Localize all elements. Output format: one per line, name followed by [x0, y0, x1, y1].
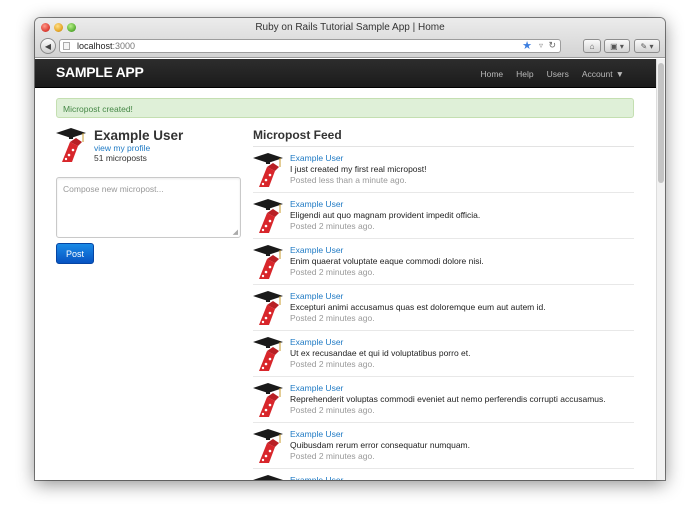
avatar[interactable] [253, 383, 283, 417]
avatar[interactable] [56, 128, 86, 162]
back-button[interactable]: ◀ [40, 38, 56, 54]
micropost-count: 51 microposts [94, 153, 147, 163]
profile-name: Example User [94, 128, 184, 143]
post-button[interactable]: Post [56, 243, 94, 264]
brand-logo[interactable]: SAMPLE APP [56, 64, 144, 80]
reload-icon[interactable]: ↻ [548, 40, 556, 51]
nav-links: Home Help Users Account ▼ [480, 69, 624, 79]
feed-item-content: I just created my first real micropost! [290, 164, 427, 174]
feed-item-timestamp: Posted 2 minutes ago. [290, 221, 375, 231]
navbar: SAMPLE APP Home Help Users Account ▼ [35, 59, 656, 88]
feed-item: Example User Reprehenderit voluptas commo… [253, 377, 634, 423]
window-title: Ruby on Rails Tutorial Sample App | Home [255, 22, 445, 33]
feed-title: Micropost Feed [253, 128, 342, 142]
feed-item-timestamp: Posted 2 minutes ago. [290, 451, 375, 461]
feed-item-user[interactable]: Example User [290, 199, 343, 209]
feed-item-user[interactable]: Example User [290, 429, 343, 439]
url-host: localhost [77, 41, 113, 51]
feed-item-timestamp: Posted 2 minutes ago. [290, 313, 375, 323]
feed-item: Example User [253, 469, 634, 480]
avatar[interactable] [253, 429, 283, 463]
avatar[interactable] [253, 475, 283, 480]
feed-item-user[interactable]: Example User [290, 291, 343, 301]
feed-item-user[interactable]: Example User [290, 475, 343, 480]
feed-item-content: Eligendi aut quo magnam provident impedi… [290, 210, 481, 220]
dropdown-icon[interactable]: ▿ [539, 41, 543, 50]
scrollbar[interactable] [656, 59, 665, 480]
feed-item-content: Ut ex recusandae et qui id voluptatibus … [290, 348, 471, 358]
feed-item-timestamp: Posted less than a minute ago. [290, 175, 407, 185]
feed-item-user[interactable]: Example User [290, 383, 343, 393]
nav-help-link[interactable]: Help [516, 69, 533, 79]
home-button[interactable]: ⌂ [583, 39, 601, 53]
extensions-button[interactable]: ✎ ▾ [634, 39, 660, 53]
feed-item-content: Reprehenderit voluptas commodi eveniet a… [290, 394, 606, 404]
feed-item-timestamp: Posted 2 minutes ago. [290, 405, 375, 415]
avatar[interactable] [253, 337, 283, 371]
nav-account-menu[interactable]: Account ▼ [582, 69, 624, 79]
page-icon [63, 42, 70, 50]
title-bar: Ruby on Rails Tutorial Sample App | Home… [35, 18, 665, 58]
feed-item: Example User Quibusdam rerum error conseq… [253, 423, 634, 469]
feed-item: Example User Excepturi animi accusamus qu… [253, 285, 634, 331]
avatar[interactable] [253, 199, 283, 233]
scroll-thumb[interactable] [658, 63, 664, 183]
feed-item-timestamp: Posted 2 minutes ago. [290, 359, 375, 369]
avatar[interactable] [253, 245, 283, 279]
feed-item: Example User Eligendi aut quo magnam prov… [253, 193, 634, 239]
feed-item: Example User Ut ex recusandae et qui id v… [253, 331, 634, 377]
flash-success-alert: Micropost created! [56, 98, 634, 118]
back-arrow-icon: ◀ [44, 41, 52, 51]
compose-placeholder: Compose new micropost... [63, 184, 164, 194]
nav-account-label: Account [581, 69, 613, 79]
tabs-button[interactable]: ▣ ▾ [604, 39, 630, 53]
browser-window: Ruby on Rails Tutorial Sample App | Home… [35, 18, 665, 480]
url-text: localhost:3000 [77, 41, 135, 51]
feed-item-timestamp: Posted 2 minutes ago. [290, 267, 375, 277]
bookmark-star-icon[interactable]: ★ [522, 39, 532, 52]
home-icon: ⌂ [589, 41, 595, 51]
compose-textarea[interactable]: Compose new micropost... ◢ [56, 177, 241, 238]
nav-home-link[interactable]: Home [480, 69, 503, 79]
feed-item: Example User Enim quaerat voluptate eaque… [253, 239, 634, 285]
tabs-icon: ▣ ▾ [610, 41, 624, 51]
avatar[interactable] [253, 291, 283, 325]
nav-users-link[interactable]: Users [547, 69, 569, 79]
url-port: :3000 [112, 41, 136, 51]
feed-item-content: Excepturi animi accusamus quas est dolor… [290, 302, 546, 312]
address-bar[interactable]: localhost:3000 ★ ▿ ↻ [59, 39, 561, 53]
feed-item-content: Enim quaerat voluptate eaque commodi dol… [290, 256, 484, 266]
avatar[interactable] [253, 153, 283, 187]
feed-item-user[interactable]: Example User [290, 153, 343, 163]
caret-down-icon: ▼ [615, 69, 624, 79]
view-profile-link[interactable]: view my profile [94, 143, 150, 153]
resize-grip-icon[interactable]: ◢ [233, 228, 238, 236]
feed-item-content: Quibusdam rerum error consequatur numqua… [290, 440, 470, 450]
feed-item-user[interactable]: Example User [290, 245, 343, 255]
feed-item: Example User I just created my first real… [253, 147, 634, 193]
feed-item-user[interactable]: Example User [290, 337, 343, 347]
extensions-icon: ✎ ▾ [640, 41, 654, 51]
